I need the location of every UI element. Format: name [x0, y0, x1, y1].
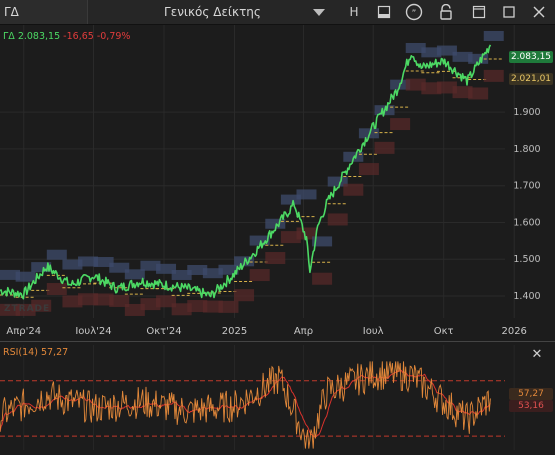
lower-zone	[468, 87, 489, 100]
instrument-name[interactable]: Γενικός Δείκτης	[90, 0, 335, 24]
lower-zone	[374, 141, 395, 154]
rsi-ma-label: 53,16	[509, 400, 553, 412]
upper-zone	[483, 30, 504, 41]
quote-icon[interactable]: ”	[400, 0, 428, 24]
lower-zone	[343, 183, 364, 196]
x-tick-label: Οκτ	[434, 326, 454, 337]
lower-zone	[358, 163, 379, 176]
symbol-input[interactable]: ΓΔ	[0, 0, 88, 24]
y-tick-label: 1.800	[513, 144, 540, 155]
y-tick-label: 1.700	[513, 181, 540, 192]
fullscreen-icon[interactable]	[465, 0, 493, 24]
svg-text:”: ”	[412, 9, 417, 19]
lower-zone	[390, 118, 411, 131]
price-legend: ΓΔ 2.083,15 -16,65 -0,79%	[3, 31, 130, 42]
legend-last: 2.083,15	[17, 31, 61, 42]
lower-zone	[234, 289, 255, 302]
x-tick-label: Οκτ'24	[146, 326, 181, 337]
watermark: ZTRADE	[4, 304, 51, 314]
bar-style-icon[interactable]	[370, 0, 398, 24]
x-tick-label: Ιουλ'24	[75, 326, 111, 337]
legend-symbol: ΓΔ	[3, 31, 15, 42]
price-chart[interactable]: Απρ'24 Ιουλ'24 Οκτ'24 2025 Απρ Ιουλ Οκτ 2026 1.…	[0, 25, 555, 450]
upper-zone	[124, 269, 145, 280]
lower-zone	[249, 269, 270, 282]
close-icon[interactable]	[525, 0, 553, 24]
upper-zone	[296, 189, 317, 200]
y-tick-label: 1.600	[513, 217, 540, 228]
interval-button[interactable]: H	[340, 0, 368, 24]
legend-change: -16,65	[63, 31, 94, 42]
lower-zone	[46, 283, 67, 296]
rsi-label: RSI(14)	[3, 347, 38, 358]
y-tick-label: 1.900	[513, 107, 540, 118]
upper-zone	[46, 249, 67, 260]
upper-zone	[15, 271, 36, 282]
x-tick-label: Απρ'24	[6, 326, 41, 337]
toolbar: ΓΔ Γενικός Δείκτης H ”	[0, 0, 555, 25]
y-tick-label: 1.400	[513, 291, 540, 302]
x-tick-label: 2026	[501, 326, 526, 337]
close-indicator-icon[interactable]: ✕	[530, 348, 544, 362]
y-tick-label: 1.500	[513, 254, 540, 265]
x-tick-label: Ιουλ	[363, 326, 384, 337]
rsi-value: 57,27	[40, 347, 69, 358]
lower-zone	[327, 213, 348, 226]
lower-zone	[265, 252, 286, 265]
chevron-down-icon[interactable]	[313, 9, 325, 16]
rsi-value-label: 57,27	[509, 388, 553, 400]
x-tick-label: 2025	[222, 326, 247, 337]
lower-zone	[312, 272, 333, 285]
last-price-label: 2.083,15	[509, 51, 553, 63]
lower-zone	[218, 300, 239, 313]
lower-zone	[483, 69, 504, 82]
legend-change-pct: -0,79%	[96, 31, 131, 42]
lock-icon[interactable]	[432, 0, 460, 24]
x-tick-label: Απρ	[294, 326, 313, 337]
level-price-label: 2.021,01	[509, 73, 553, 85]
rsi-legend: RSI(14) 57,27	[3, 347, 68, 358]
window-icon[interactable]	[495, 0, 523, 24]
